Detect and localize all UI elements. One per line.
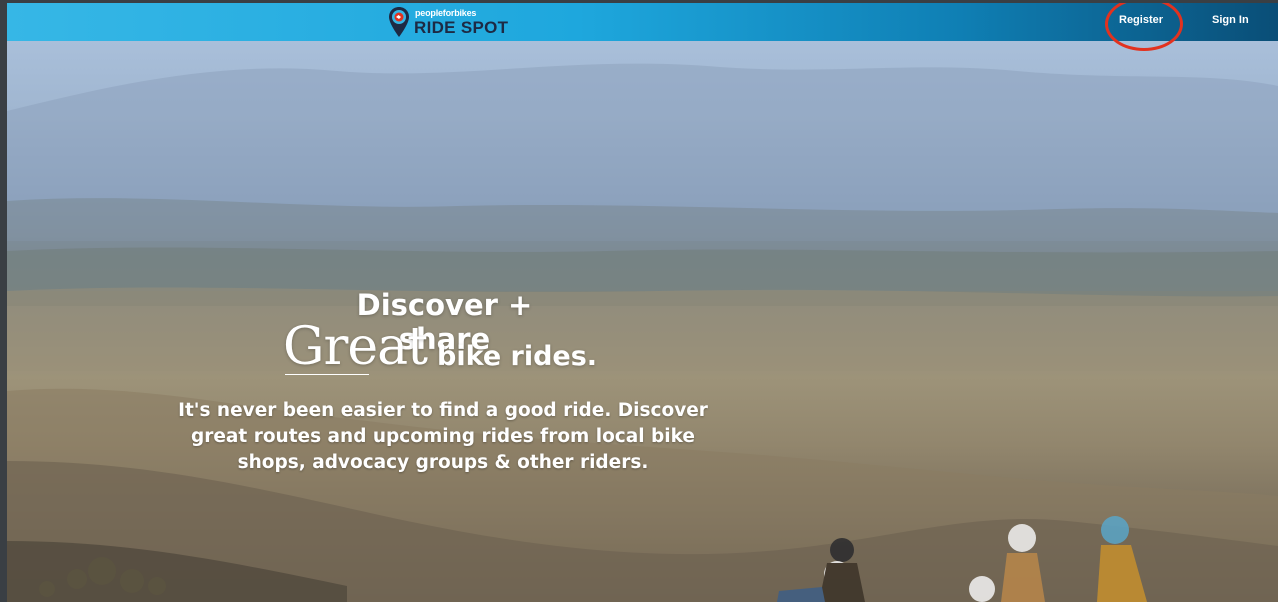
great-underline [285, 374, 369, 375]
map-pin-icon [389, 7, 409, 37]
sign-in-link[interactable]: Sign In [1212, 14, 1249, 26]
logo-tagline: peopleforbikes [415, 7, 477, 18]
top-navigation-bar: peopleforbikes RIDE SPOT Register Sign I… [7, 3, 1278, 41]
register-link[interactable]: Register [1119, 14, 1163, 26]
hero-content: Discover + share Great bike rides. It's … [7, 41, 1278, 602]
hero-headline-line2: bike rides. [437, 341, 598, 372]
ridespot-logo[interactable]: peopleforbikes RIDE SPOT [388, 5, 508, 39]
logo-name: RIDE SPOT [414, 17, 509, 37]
hero-headline-great: Great [283, 317, 428, 377]
hero-banner: Discover + share Great bike rides. It's … [7, 41, 1278, 602]
browser-viewport: peopleforbikes RIDE SPOT Register Sign I… [7, 3, 1278, 602]
hero-subtext: It's never been easier to find a good ri… [178, 400, 708, 473]
